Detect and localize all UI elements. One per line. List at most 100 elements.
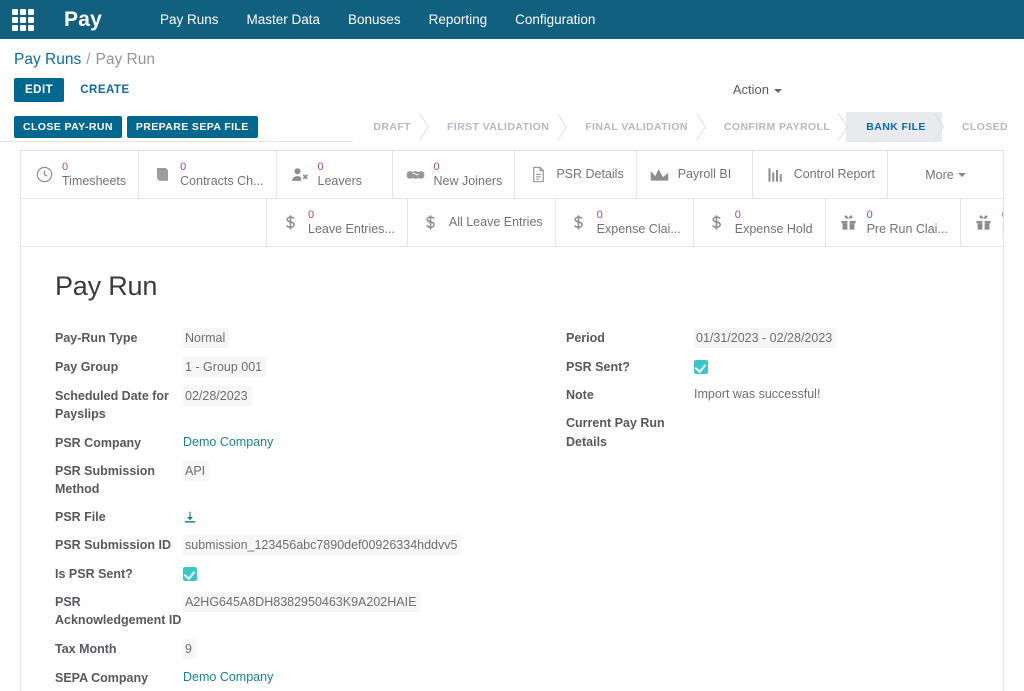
stage-pipeline: DRAFT FIRST VALIDATION FINAL VALIDATION … xyxy=(353,111,1024,142)
prepare-sepa-file-button[interactable]: PREPARE SEPA FILE xyxy=(126,115,258,138)
field-label: Current Pay Run Details xyxy=(566,416,665,449)
field-value[interactable]: Normal xyxy=(183,328,230,349)
field-label: Note xyxy=(566,388,594,403)
edit-button[interactable]: EDIT xyxy=(14,78,65,102)
handshake-icon xyxy=(405,164,427,186)
nav-item-pay-runs[interactable]: Pay Runs xyxy=(146,1,233,38)
smart-button-label: Contracts Ch... xyxy=(180,173,264,188)
stage-confirm-payroll[interactable]: CONFIRM PAYROLL xyxy=(703,111,847,142)
field-label: Is PSR Sent? xyxy=(55,567,133,582)
sepa-company-link[interactable]: Demo Company xyxy=(183,670,273,684)
smart-button-contracts-changed[interactable]: 0 Contracts Ch... xyxy=(139,151,277,199)
field-label: PSR Submission Method xyxy=(55,463,156,496)
stage-closed[interactable]: CLOSED xyxy=(941,111,1024,142)
field-label: Period xyxy=(566,331,605,346)
breadcrumb-parent-link[interactable]: Pay Runs xyxy=(14,51,81,68)
stage-draft[interactable]: DRAFT xyxy=(353,111,427,142)
smart-button-expense-hold[interactable]: 0 Expense Hold xyxy=(694,199,826,247)
field-label: PSR File xyxy=(55,509,106,524)
smart-button-label: Payroll BI xyxy=(677,167,732,182)
field-current-pay-run-details: Current Pay Run Details xyxy=(566,413,989,450)
action-dropdown[interactable]: Action xyxy=(733,82,782,97)
nav-item-reporting[interactable]: Reporting xyxy=(415,1,502,38)
smart-button-box: 0 Timesheets 0 Contracts Ch... 0 Leavers… xyxy=(21,151,1003,248)
field-value[interactable]: submission_123456abc7890def00926334hddvv… xyxy=(183,535,462,556)
field-value[interactable]: 01/31/2023 - 02/28/2023 xyxy=(694,328,837,349)
create-button[interactable]: CREATE xyxy=(70,78,139,102)
smart-button-count: 0 xyxy=(866,209,873,222)
action-dropdown-label: Action xyxy=(732,82,769,97)
field-tax-month: Tax Month 9 xyxy=(55,638,522,659)
psr-company-link[interactable]: Demo Company xyxy=(183,435,273,449)
smart-button-label: Expense Hold xyxy=(734,221,813,236)
smart-button-all-leave-entries[interactable]: All Leave Entries xyxy=(408,199,556,247)
smart-button-payroll-bi[interactable]: Payroll BI xyxy=(637,151,753,199)
field-value[interactable] xyxy=(694,357,708,375)
is-psr-sent-checkbox[interactable] xyxy=(183,566,197,581)
status-bar: CLOSE PAY-RUN PREPARE SEPA FILE DRAFT FI… xyxy=(0,111,1024,142)
smart-button-leave-entries[interactable]: 0 Leave Entries... xyxy=(267,199,408,247)
breadcrumb: Pay Runs / Pay Run xyxy=(14,51,1024,78)
stage-final-validation[interactable]: FINAL VALIDATION xyxy=(565,111,704,142)
dollar-icon xyxy=(568,212,590,234)
stage-bank-file[interactable]: BANK FILE xyxy=(846,111,942,142)
apps-grid-icon[interactable] xyxy=(8,5,38,35)
sheet-area: 0 Timesheets 0 Contracts Ch... 0 Leavers… xyxy=(0,150,1024,691)
field-value[interactable]: A2HG645A8DH8382950463K9A202HAIE xyxy=(183,592,421,613)
field-value[interactable]: Demo Company xyxy=(183,668,273,686)
smart-button-label: All Leave Entries xyxy=(448,215,543,230)
field-label: PSR Submission ID xyxy=(55,538,171,553)
download-icon[interactable] xyxy=(183,510,197,524)
smart-button-pre-run-hold[interactable]: 0 Pre Run Hold xyxy=(961,199,1003,246)
field-value[interactable] xyxy=(183,564,197,582)
form-column-right: Period 01/31/2023 - 02/28/2023 PSR Sent?… xyxy=(522,328,989,691)
smart-button-expense-claims[interactable]: 0 Expense Clai... xyxy=(556,199,694,247)
smart-button-pre-run-claims[interactable]: 0 Pre Run Clai... xyxy=(826,199,961,247)
smart-button-label: Control Report xyxy=(793,167,875,182)
field-value[interactable]: Demo Company xyxy=(183,433,273,451)
psr-sent-checkbox[interactable] xyxy=(694,359,708,374)
field-psr-file: PSR File xyxy=(55,507,522,526)
smart-button-psr-details[interactable]: PSR Details xyxy=(515,151,637,199)
field-value[interactable]: 02/28/2023 xyxy=(183,386,252,407)
field-psr-submission-method: PSR Submission Method API xyxy=(55,460,522,498)
smart-button-new-joiners[interactable]: 0 New Joiners xyxy=(393,151,516,199)
field-value[interactable]: API xyxy=(183,460,210,481)
field-value[interactable]: 1 - Group 001 xyxy=(183,357,267,378)
gift-icon xyxy=(973,212,995,234)
field-value[interactable]: Import was successful! xyxy=(694,385,820,403)
nav-item-master-data[interactable]: Master Data xyxy=(233,1,335,38)
close-pay-run-button[interactable]: CLOSE PAY-RUN xyxy=(14,115,122,138)
smart-button-count: 0 xyxy=(734,209,741,222)
field-value[interactable]: 9 xyxy=(183,638,196,659)
smart-button-count: 0 xyxy=(308,209,315,222)
smart-button-control-report[interactable]: Control Report xyxy=(753,151,888,199)
smart-button-leavers[interactable]: 0 Leavers xyxy=(277,151,393,199)
stage-first-validation[interactable]: FIRST VALIDATION xyxy=(426,111,566,142)
workflow-buttons: CLOSE PAY-RUN PREPARE SEPA FILE xyxy=(14,115,258,138)
chevron-down-icon xyxy=(957,172,966,177)
main-menu: Pay Runs Master Data Bonuses Reporting C… xyxy=(146,1,609,38)
brand-logo[interactable]: Pay xyxy=(64,8,102,32)
smart-button-timesheets[interactable]: 0 Timesheets xyxy=(21,151,140,199)
top-navbar: Pay Pay Runs Master Data Bonuses Reporti… xyxy=(0,0,1024,39)
smart-button-more[interactable]: More xyxy=(888,151,1003,198)
user-minus-icon xyxy=(289,164,311,186)
nav-item-bonuses[interactable]: Bonuses xyxy=(334,1,415,38)
nav-item-configuration[interactable]: Configuration xyxy=(501,1,609,38)
field-psr-company: PSR Company Demo Company xyxy=(55,433,522,452)
field-label: PSR Sent? xyxy=(566,360,630,375)
book-icon xyxy=(151,164,173,186)
dollar-icon xyxy=(420,212,442,234)
smart-button-label: Pre Run Clai... xyxy=(866,221,948,236)
field-label: PSR Company xyxy=(55,435,142,450)
smart-button-count: 0 xyxy=(180,161,187,173)
field-period: Period 01/31/2023 - 02/28/2023 xyxy=(566,328,989,349)
clock-icon xyxy=(33,164,55,186)
field-value[interactable] xyxy=(183,507,197,525)
smart-button-label: PSR Details xyxy=(556,167,624,182)
smart-button-label: Leavers xyxy=(317,173,363,188)
field-sepa-company: SEPA Company Demo Company xyxy=(55,668,522,687)
smart-button-count: 0 xyxy=(596,209,603,222)
dollar-icon xyxy=(279,212,301,234)
